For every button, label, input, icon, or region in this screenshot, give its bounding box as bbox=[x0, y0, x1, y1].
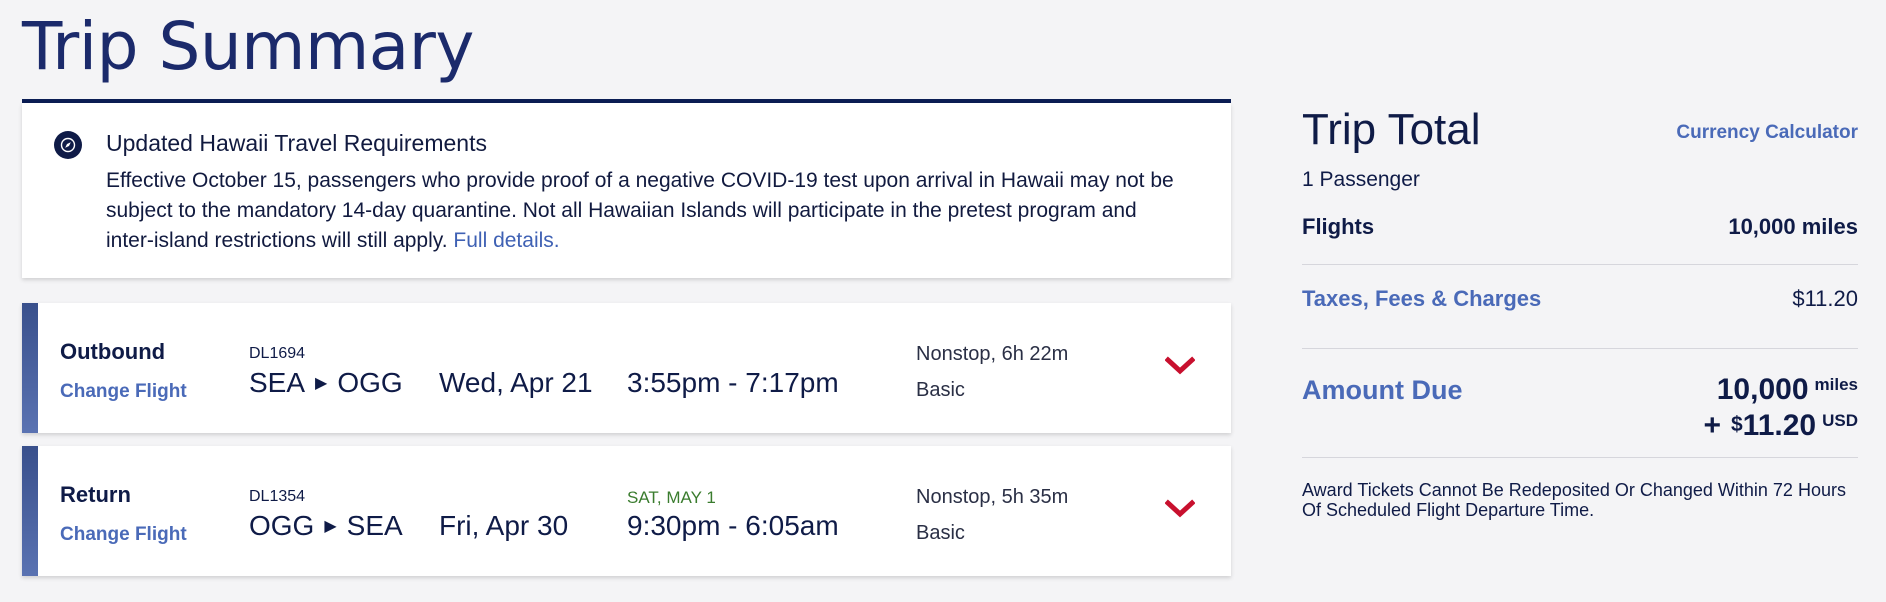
card-accent-bar bbox=[22, 446, 38, 576]
divider bbox=[1302, 348, 1858, 349]
passenger-count: 1 Passenger bbox=[1302, 168, 1420, 191]
chevron-down-icon[interactable] bbox=[1164, 498, 1196, 520]
leg-label: Outbound bbox=[60, 339, 166, 364]
amount-usd-value: 11.20 bbox=[1742, 409, 1817, 442]
trip-total-title: Trip Total bbox=[1302, 105, 1481, 154]
departure-date: Fri, Apr 30 bbox=[439, 510, 569, 541]
taxes-fees-value: $11.20 bbox=[1792, 286, 1858, 311]
arrival-date-label: SAT, MAY 1 bbox=[627, 488, 716, 507]
amount-miles-value: 10,000 bbox=[1716, 373, 1809, 406]
flight-card-outbound: Outbound Change Flight DL1694 SEA ▶ OGG … bbox=[22, 303, 1231, 433]
cabin-class: Basic bbox=[916, 522, 965, 544]
flight-number: DL1694 bbox=[249, 345, 306, 362]
destination-code: SEA bbox=[346, 510, 403, 541]
notice-body-text: Effective October 15, passengers who pro… bbox=[106, 169, 1174, 252]
amount-miles-unit: miles bbox=[1814, 375, 1858, 394]
amount-due-label: Amount Due bbox=[1302, 375, 1463, 405]
origin-code: OGG bbox=[249, 510, 315, 541]
card-accent-bar bbox=[22, 303, 38, 433]
chevron-down-icon[interactable] bbox=[1164, 355, 1196, 377]
page-title: Trip Summary bbox=[22, 8, 474, 85]
currency-calculator-link[interactable]: Currency Calculator bbox=[1676, 122, 1858, 144]
notice-body: Effective October 15, passengers who pro… bbox=[106, 166, 1186, 256]
change-flight-link[interactable]: Change Flight bbox=[60, 381, 187, 403]
amount-due-usd: + $11.20 USD bbox=[1703, 409, 1858, 443]
divider bbox=[1302, 457, 1858, 458]
change-flight-link[interactable]: Change Flight bbox=[60, 524, 187, 546]
amount-plus-sign: + bbox=[1703, 409, 1721, 442]
flight-times: 9:30pm - 6:05am bbox=[627, 510, 839, 541]
flight-duration: Nonstop, 5h 35m bbox=[916, 486, 1069, 508]
route: SEA ▶ OGG bbox=[249, 367, 403, 399]
triangle-right-icon: ▶ bbox=[324, 518, 337, 535]
taxes-fees-link[interactable]: Taxes, Fees & Charges bbox=[1302, 286, 1541, 312]
travel-notice: Updated Hawaii Travel Requirements Effec… bbox=[22, 103, 1231, 278]
trip-total-panel: Trip Total Currency Calculator 1 Passeng… bbox=[1302, 100, 1858, 602]
destination-code: OGG bbox=[337, 367, 403, 398]
flight-number: DL1354 bbox=[249, 488, 306, 505]
amount-usd-unit: USD bbox=[1822, 411, 1858, 430]
origin-code: SEA bbox=[249, 367, 306, 398]
compass-icon bbox=[54, 131, 82, 159]
award-ticket-note: Award Tickets Cannot Be Redeposited Or C… bbox=[1302, 480, 1846, 520]
departure-date: Wed, Apr 21 bbox=[439, 367, 593, 398]
flight-times: 3:55pm - 7:17pm bbox=[627, 367, 839, 398]
flights-label: Flights bbox=[1302, 214, 1375, 239]
full-details-link[interactable]: Full details. bbox=[453, 229, 559, 252]
divider bbox=[1302, 264, 1858, 265]
leg-label: Return bbox=[60, 482, 131, 507]
route: OGG ▶ SEA bbox=[249, 510, 403, 542]
cabin-class: Basic bbox=[916, 379, 965, 401]
currency-symbol: $ bbox=[1730, 413, 1743, 436]
flight-duration: Nonstop, 6h 22m bbox=[916, 343, 1069, 365]
triangle-right-icon: ▶ bbox=[315, 375, 328, 392]
flights-value: 10,000 miles bbox=[1728, 214, 1858, 239]
amount-due-miles: 10,000 miles bbox=[1717, 373, 1858, 407]
notice-title: Updated Hawaii Travel Requirements bbox=[106, 130, 487, 156]
flight-card-return: Return Change Flight DL1354 OGG ▶ SEA Fr… bbox=[22, 446, 1231, 576]
